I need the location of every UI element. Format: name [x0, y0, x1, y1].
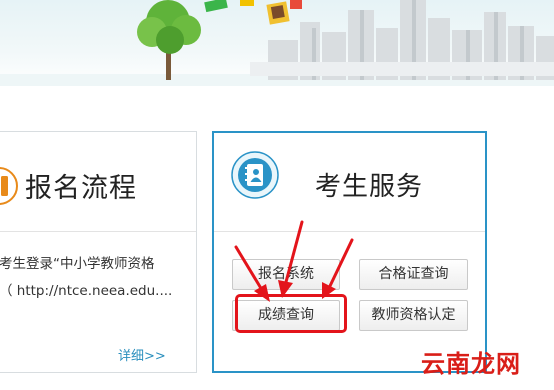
- registration-process-url: （ http://ntce.neea.edu....: [0, 283, 173, 299]
- city-skyline-illustration: [0, 0, 554, 86]
- contacts-book-icon: [231, 151, 279, 199]
- process-circle-icon: [0, 167, 18, 205]
- score-query-highlight-box: [235, 294, 347, 333]
- teacher-certification-button[interactable]: 教师资格认定: [359, 300, 468, 331]
- registration-process-card: 报名流程 考生登录“中小学教师资格 （ http://ntce.neea.edu…: [0, 131, 197, 373]
- site-watermark: 云南龙网: [421, 350, 521, 378]
- registration-process-description: 考生登录“中小学教师资格: [0, 256, 155, 272]
- header-banner: [0, 0, 554, 86]
- certificate-query-button[interactable]: 合格证查询: [359, 259, 468, 290]
- details-link[interactable]: 详细>>: [118, 345, 166, 364]
- candidate-services-card: 考生服务 报名系统 合格证查询 成绩查询 教师资格认定: [212, 131, 487, 373]
- candidate-services-title: 考生服务: [315, 172, 424, 202]
- registration-system-button[interactable]: 报名系统: [232, 259, 340, 290]
- registration-process-title: 报名流程: [25, 173, 137, 204]
- card-divider: [0, 231, 196, 232]
- card-divider: [214, 231, 485, 232]
